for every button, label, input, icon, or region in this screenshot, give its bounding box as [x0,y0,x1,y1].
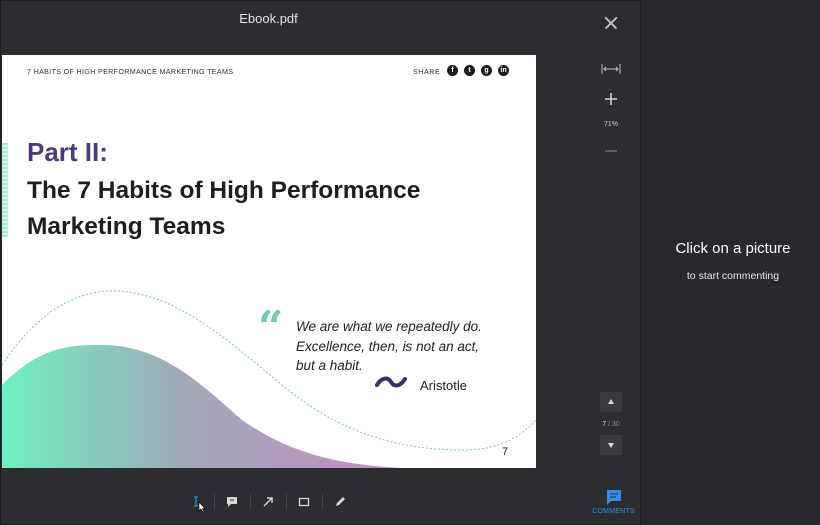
minus-icon [605,150,617,152]
panel-title: Click on a picture [675,240,791,257]
next-page-button[interactable] [600,435,622,455]
fit-width-button[interactable] [599,59,623,79]
pen-tool-icon [336,497,345,506]
toolbar-divider [286,494,287,510]
page-total: / 30 [608,421,620,428]
arrow-tool-icon [263,497,273,507]
previous-page-button[interactable] [600,392,622,412]
document-viewer: Ebook.pdf 7 HABITS OF HIGH PERFORMANCE M… [0,0,641,525]
tilde-icon [375,376,407,388]
comments-button[interactable]: COMMENTS [591,485,636,519]
toolbar-divider [214,494,215,510]
comments-icon [606,490,621,505]
document-page: 7 HABITS OF HIGH PERFORMANCE MARKETING T… [2,55,536,468]
comments-panel: Click on a picture to start commenting [642,0,820,525]
fit-width-icon [601,64,621,74]
zoom-level: 71% [603,121,618,128]
zoom-in-button[interactable] [599,88,623,110]
part-heading: Part II: [27,137,108,167]
close-button[interactable] [601,13,621,33]
toolbar-divider [250,494,251,510]
rectangle-tool-icon [298,497,310,507]
arrow-tool-button[interactable] [255,489,281,515]
current-page: 7 [602,421,607,428]
text-tool-icon [194,496,206,513]
triangle-down-icon [608,443,614,448]
toolbar-divider [322,494,323,510]
window-title: Ebook.pdf [239,11,298,26]
comments-label: COMMENTS [592,508,635,515]
linkedin-icon[interactable]: in [498,65,509,76]
page-number: 7 [502,446,509,458]
triangle-up-icon [608,399,614,404]
zoom-out-button[interactable] [599,141,623,161]
comment-tool-button[interactable] [219,489,245,515]
twitter-icon[interactable]: t [464,65,475,76]
text-tool-button[interactable] [183,489,209,515]
page-headline: The 7 Habits of High Performance Marketi… [27,177,421,240]
google-plus-icon[interactable]: g [481,65,492,76]
comment-tool-icon [227,497,237,507]
pen-tool-button[interactable] [327,489,353,515]
panel-subtitle: to start commenting [686,270,780,282]
decorative-wave [2,290,536,468]
page-indicator: 7 / 30 [587,421,635,428]
share-label: SHARE [413,67,441,76]
quote-author: Aristotle [420,378,467,393]
plus-icon [605,93,617,105]
facebook-icon[interactable]: f [447,65,458,76]
decorative-stripe [2,143,8,237]
quote-mark-icon: “ [258,302,284,353]
document-header-title: 7 HABITS OF HIGH PERFORMANCE MARKETING T… [27,67,234,76]
rectangle-tool-button[interactable] [291,489,317,515]
quote-text: We are what we repeatedly do. Excellence… [296,319,482,373]
